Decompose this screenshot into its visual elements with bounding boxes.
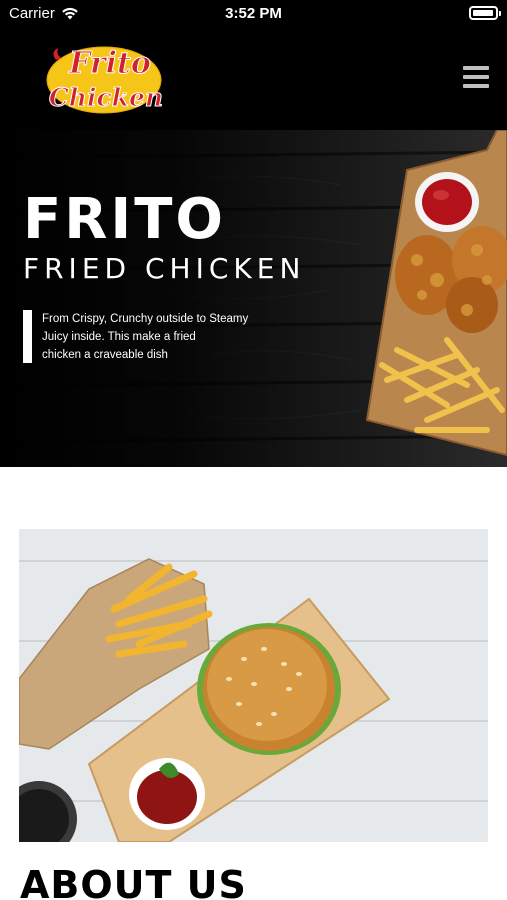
hero-description: From Crispy, Crunchy outside to Steamy J… bbox=[42, 310, 272, 364]
logo-line2: Chicken bbox=[49, 83, 162, 112]
about-heading: ABOUT US bbox=[20, 863, 247, 900]
hero-description-line: From Crispy, Crunchy outside to Steamy bbox=[42, 313, 249, 325]
fried-chicken-board-image bbox=[365, 130, 507, 457]
menu-bar bbox=[463, 66, 489, 70]
hero-title: FRITO bbox=[23, 187, 227, 252]
burger-fries-image bbox=[19, 529, 488, 842]
menu-bar bbox=[463, 75, 489, 79]
burger-fries-illustration bbox=[19, 529, 488, 842]
site-header: Frito Chicken bbox=[0, 28, 507, 130]
battery-icon bbox=[469, 6, 501, 20]
frito-chicken-logo[interactable]: Frito Chicken bbox=[44, 40, 162, 116]
hero-subtitle: FRIED CHICKEN bbox=[23, 252, 306, 285]
hero-description-line: chicken a craveable dish bbox=[42, 349, 168, 361]
hamburger-menu-icon[interactable] bbox=[463, 66, 489, 88]
menu-bar bbox=[463, 84, 489, 88]
hero-accent-bar bbox=[23, 310, 32, 363]
hero-banner: FRITO FRIED CHICKEN From Crispy, Crunchy… bbox=[0, 130, 507, 467]
status-time: 3:52 PM bbox=[225, 5, 282, 22]
hero-description-line: Juicy inside. This make a fried bbox=[42, 331, 196, 343]
logo-line1: Frito bbox=[68, 46, 151, 81]
status-bar: Carrier 3:52 PM bbox=[0, 0, 507, 28]
